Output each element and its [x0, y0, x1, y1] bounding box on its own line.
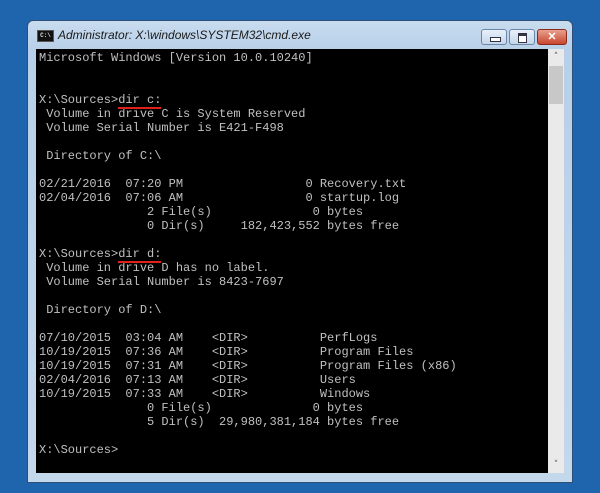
scroll-thumb[interactable]	[549, 66, 563, 104]
console-line: 02/21/2016 07:20 PM 0 Recovery.txt	[39, 177, 457, 191]
console-line: Volume Serial Number is 8423-7697	[39, 275, 457, 289]
scroll-down-arrow-icon[interactable]: ˅	[548, 457, 564, 473]
console-line-text: 0 File(s) 0 bytes	[39, 401, 364, 415]
highlighted-command: dir d:	[118, 247, 162, 261]
console-line-text: Microsoft Windows [Version 10.0.10240]	[39, 51, 313, 65]
console-line: 10/19/2015 07:33 AM <DIR> Windows	[39, 387, 457, 401]
maximize-button[interactable]	[509, 29, 535, 45]
console-line: X:\Sources>	[39, 443, 457, 457]
console-line-text: 2 File(s) 0 bytes	[39, 205, 364, 219]
console-line: X:\Sources>dir c:	[39, 93, 457, 107]
console-line-text: X:\Sources>	[39, 93, 119, 107]
console-line-text: Volume in drive D has no label.	[39, 261, 270, 275]
console-line: Volume in drive D has no label.	[39, 261, 457, 275]
console-line-text: 10/19/2015 07:33 AM <DIR> Windows	[39, 387, 371, 401]
console-line-text: 07/10/2015 03:04 AM <DIR> PerfLogs	[39, 331, 378, 345]
console-line: 2 File(s) 0 bytes	[39, 205, 457, 219]
console-line-text: 0 Dir(s) 182,423,552 bytes free	[39, 219, 400, 233]
console-line: Volume Serial Number is E421-F498	[39, 121, 457, 135]
console-line-text: 5 Dir(s) 29,980,381,184 bytes free	[39, 415, 400, 429]
console-line-text: X:\Sources>	[39, 443, 119, 457]
console-line: Directory of C:\	[39, 149, 457, 163]
console-line: Directory of D:\	[39, 303, 457, 317]
console-line-text: Volume in drive C is System Reserved	[39, 107, 306, 121]
console-line: X:\Sources>dir d:	[39, 247, 457, 261]
console-line: Volume in drive C is System Reserved	[39, 107, 457, 121]
console-line-text: 10/19/2015 07:31 AM <DIR> Program Files …	[39, 359, 457, 373]
console-line-text: X:\Sources>	[39, 247, 119, 261]
console-line-text: Volume Serial Number is E421-F498	[39, 121, 284, 135]
console-line: Microsoft Windows [Version 10.0.10240]	[39, 51, 457, 65]
console-line: 07/10/2015 03:04 AM <DIR> PerfLogs	[39, 331, 457, 345]
console-line: 10/19/2015 07:31 AM <DIR> Program Files …	[39, 359, 457, 373]
console-lines: Microsoft Windows [Version 10.0.10240] X:…	[39, 51, 457, 457]
cmd-app-icon[interactable]: C:\	[37, 30, 54, 42]
scroll-up-arrow-icon[interactable]: ˄	[548, 49, 564, 65]
console-line: 02/04/2016 07:06 AM 0 startup.log	[39, 191, 457, 205]
window-title: Administrator: X:\windows\SYSTEM32\cmd.e…	[58, 28, 311, 42]
console-line-text: Volume Serial Number is 8423-7697	[39, 275, 284, 289]
console-line-text: 02/04/2016 07:13 AM <DIR> Users	[39, 373, 356, 387]
console-line: 0 Dir(s) 182,423,552 bytes free	[39, 219, 457, 233]
console-line: 02/04/2016 07:13 AM <DIR> Users	[39, 373, 457, 387]
console-output[interactable]: Microsoft Windows [Version 10.0.10240] X:…	[36, 49, 548, 473]
highlighted-command: dir c:	[118, 93, 162, 107]
console-line: 5 Dir(s) 29,980,381,184 bytes free	[39, 415, 457, 429]
close-button[interactable]: ✕	[537, 29, 567, 45]
minimize-button[interactable]	[481, 29, 507, 45]
console-line-text: 02/04/2016 07:06 AM 0 startup.log	[39, 191, 400, 205]
vertical-scrollbar[interactable]: ˄ ˅	[548, 49, 564, 473]
console-line: 10/19/2015 07:36 AM <DIR> Program Files	[39, 345, 457, 359]
minimize-icon	[482, 30, 506, 44]
maximize-icon	[510, 30, 534, 44]
cmd-window: C:\ Administrator: X:\windows\SYSTEM32\c…	[27, 20, 573, 483]
console-line-text: 10/19/2015 07:36 AM <DIR> Program Files	[39, 345, 414, 359]
console-line-text: Directory of C:\	[39, 149, 162, 163]
console-line-text: 02/21/2016 07:20 PM 0 Recovery.txt	[39, 177, 407, 191]
console-line: 0 File(s) 0 bytes	[39, 401, 457, 415]
console-line-text: Directory of D:\	[39, 303, 162, 317]
close-icon: ✕	[547, 31, 557, 43]
title-bar[interactable]: C:\ Administrator: X:\windows\SYSTEM32\c…	[28, 21, 572, 49]
